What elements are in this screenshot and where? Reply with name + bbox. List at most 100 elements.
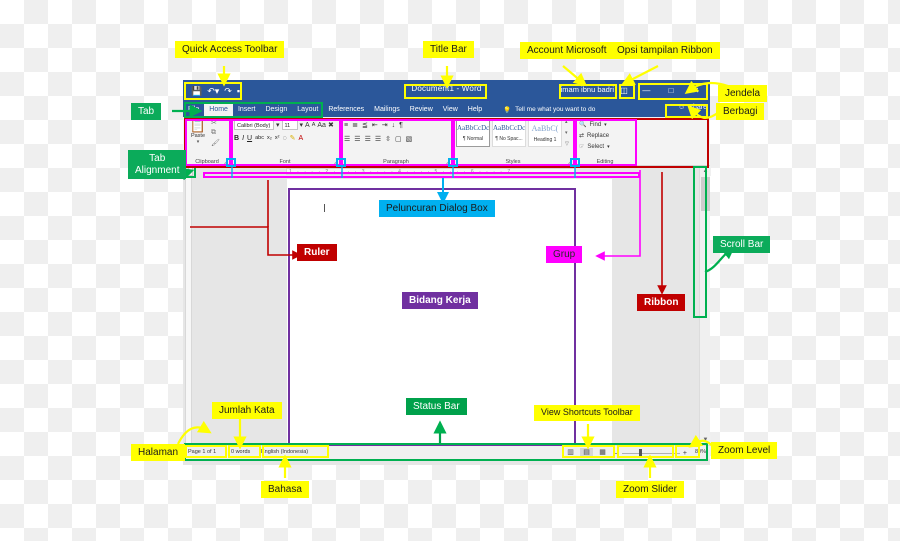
ribbon-tab-strip[interactable]: File Home Insert Design Layout Reference… [183,102,710,117]
close-button[interactable]: ✕ [683,83,708,99]
zoom-slider-track[interactable] [621,449,680,458]
account-name[interactable]: imam ibnu badri [561,85,614,94]
tab-file[interactable]: File [183,102,204,117]
select-button[interactable]: ☞ Select ▾ [579,143,610,151]
shading-icon[interactable]: ▢ [395,135,402,143]
web-layout-icon[interactable]: ▦ [596,448,609,458]
read-mode-icon[interactable]: ▥ [564,448,577,458]
find-dropdown-icon[interactable]: ▾ [604,122,607,128]
dialog-box-launcher-icon[interactable]: ◿ [334,159,338,165]
find-button[interactable]: 🔍 Find ▾ [579,121,607,129]
bullets-icon[interactable]: ≡ [344,122,348,129]
styles-more-icon[interactable]: ▽ [565,141,569,147]
paste-dropdown-icon[interactable]: ▾ [187,139,209,145]
vertical-ruler[interactable] [183,177,194,445]
subscript-button[interactable]: x₂ [267,135,272,141]
tab-help[interactable]: Help [463,102,487,117]
vertical-scroll-bar[interactable]: ▲ ▼ [699,166,711,445]
styles-scroll-up-icon[interactable]: ▴ [565,119,569,125]
zoom-in-button[interactable]: + [683,450,687,457]
label-peluncuran-dialog-box: Peluncuran Dialog Box [379,200,495,217]
print-layout-icon[interactable]: ▤ [580,448,593,458]
justify-icon[interactable]: ☰ [375,135,381,143]
label-bahasa: Bahasa [261,481,309,498]
font-name-dropdown-icon[interactable]: ▾ [276,121,280,129]
select-dropdown-icon[interactable]: ▾ [607,144,610,150]
align-right-icon[interactable]: ☰ [365,135,371,143]
show-formatting-marks-icon[interactable]: ¶ [399,122,403,129]
align-center-icon[interactable]: ☰ [354,135,360,143]
increase-indent-icon[interactable]: ⇥ [382,121,388,129]
dialog-box-launcher-icon[interactable]: ◿ [224,159,228,165]
zoom-level[interactable]: 80% [695,449,706,455]
word-count[interactable]: 0 words [231,449,250,455]
tab-review[interactable]: Review [405,102,438,117]
label-bidang-kerja: Bidang Kerja [402,292,478,309]
font-size-input[interactable]: 11 [281,120,298,130]
minimize-button[interactable]: — [634,83,659,99]
tab-view[interactable]: View [438,102,463,117]
numbering-icon[interactable]: ≣ [352,121,358,129]
tab-design[interactable]: Design [260,102,292,117]
tell-me-search[interactable]: 💡 Tell me what you want to do [503,102,595,117]
tab-insert[interactable]: Insert [233,102,261,117]
tab-home[interactable]: Home [204,102,233,117]
label-tab-alignment: Tab Alignment [128,150,187,179]
replace-button[interactable]: ⇄ Replace [579,132,609,140]
highlight-icon[interactable]: ✎ [290,134,296,142]
underline-button[interactable]: U [247,135,252,142]
language-indicator[interactable]: English (Indonesia) [261,449,308,455]
dialog-box-launcher-icon[interactable]: ◿ [446,159,450,165]
scroll-down-arrow[interactable]: ▼ [700,435,711,445]
format-painter-icon[interactable]: 🖌 [211,139,220,147]
group-editing: 🔍 Find ▾ ⇄ Replace ☞ Select ▾ Editing [575,117,635,166]
sort-icon[interactable]: ↓ [392,122,396,129]
text-cursor [324,204,325,212]
view-shortcuts-toolbar[interactable]: ▥ ▤ ▦ [564,448,609,458]
multilevel-list-icon[interactable]: ≦ [362,121,368,129]
zoom-out-button[interactable]: – [615,450,619,457]
superscript-button[interactable]: x² [275,135,280,141]
italic-button[interactable]: I [242,135,244,142]
ribbon-display-options-icon[interactable]: ◫ [617,84,631,97]
maximize-button[interactable]: □ [659,83,684,99]
tab-references[interactable]: References [323,102,369,117]
zoom-slider[interactable]: – + [615,449,687,458]
page-indicator[interactable]: Page 1 of 1 [188,449,216,455]
decrease-indent-icon[interactable]: ⇤ [372,121,378,129]
paste-button[interactable]: 📋 Paste ▾ [187,119,209,145]
borders-icon[interactable]: ▧ [406,135,413,143]
group-styles: AaBbCcDc ¶ Normal AaBbCcDc ¶ No Spac... … [453,117,573,165]
share-button[interactable]: ☺ Share [678,104,707,111]
horizontal-ruler[interactable]: ⌊ 1 · · · · 2 · · · · 3 · · · · 4 · · · … [183,166,710,177]
grow-font-icon[interactable]: A [305,122,310,129]
font-size-dropdown-icon[interactable]: ▾ [300,121,304,129]
styles-scroll-buttons[interactable]: ▴ ▾ ▽ [564,119,569,147]
font-color-icon[interactable]: A [298,135,303,142]
bold-button[interactable]: B [234,135,239,142]
align-left-icon[interactable]: ☰ [344,135,350,143]
clipboard-icon: 📋 [189,118,207,133]
font-name-input[interactable]: Calibri (Body) [234,120,274,130]
style-heading-1[interactable]: AaBbC( Heading 1 [528,119,562,147]
text-effects-icon[interactable]: ◌ [282,135,286,142]
change-case-icon[interactable]: Aa [317,122,326,129]
copy-icon[interactable]: ⧉ [211,129,220,137]
dialog-box-launcher-icon[interactable]: ◿ [568,159,572,165]
scroll-up-arrow[interactable]: ▲ [700,166,711,176]
styles-scroll-down-icon[interactable]: ▾ [565,130,569,136]
tab-layout[interactable]: Layout [292,102,323,117]
scissors-icon[interactable]: ✂ [211,119,220,127]
window-controls[interactable]: — □ ✕ [634,83,708,99]
line-spacing-icon[interactable]: ⇳ [385,135,391,143]
style-no-spacing[interactable]: AaBbCcDc ¶ No Spac... [492,119,526,147]
clear-formatting-icon[interactable]: ✖ [328,121,334,129]
share-person-icon: ☺ [678,104,686,111]
strikethrough-button[interactable]: abc [255,135,264,141]
tab-mailings[interactable]: Mailings [369,102,405,117]
style-normal[interactable]: AaBbCcDc ¶ Normal [456,119,490,147]
zoom-slider-thumb[interactable] [639,449,643,458]
scroll-thumb[interactable] [701,177,710,211]
label-jendela: Jendela [718,85,768,102]
shrink-font-icon[interactable]: A [312,122,316,128]
